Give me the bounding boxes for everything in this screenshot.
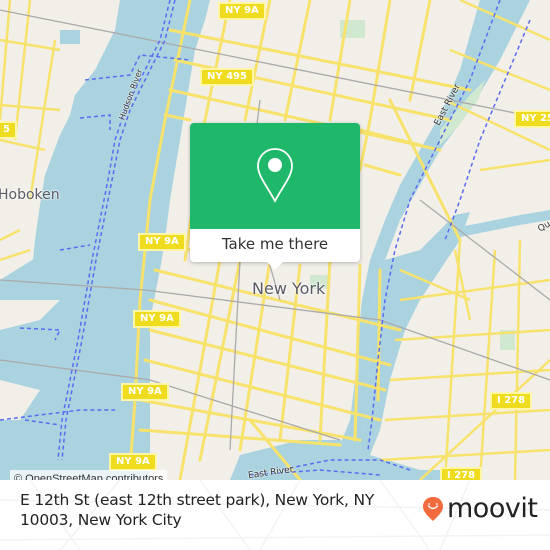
popup-pointer — [267, 262, 283, 270]
road-shield: NY 495 — [200, 68, 254, 86]
footer: E 12th St (east 12th street park), New Y… — [0, 480, 550, 550]
road-shield: NY 9A — [138, 233, 186, 251]
popup-header — [190, 123, 360, 229]
moovit-logo[interactable]: moovit — [422, 493, 538, 524]
road-shield: 5 — [0, 121, 17, 139]
location-popup: Take me there — [190, 123, 360, 270]
moovit-wordmark: moovit — [447, 493, 538, 524]
city-label: New York — [252, 279, 326, 298]
road-shield: I 278 — [440, 467, 483, 480]
road-shield: NY 9A — [109, 453, 157, 471]
road-shield: NY 9A — [121, 383, 169, 401]
hoboken-label: Hoboken — [0, 187, 60, 203]
address-text: E 12th St (east 12th street park), New Y… — [20, 491, 375, 529]
road-shield: NY 25 — [514, 110, 550, 128]
map-attribution[interactable]: © OpenStreetMap contributors — [10, 470, 168, 480]
take-me-there-button[interactable]: Take me there — [190, 229, 360, 262]
moovit-pin-icon — [423, 497, 443, 521]
map-pin-icon — [257, 148, 293, 203]
map[interactable]: NY 9A NY 495 NY 25 5 NY 9A NY 9A NY 9A N… — [0, 0, 550, 480]
road-shield: NY 9A — [133, 310, 181, 328]
road-shield: I 278 — [490, 392, 533, 410]
road-shield: NY 9A — [218, 2, 266, 20]
